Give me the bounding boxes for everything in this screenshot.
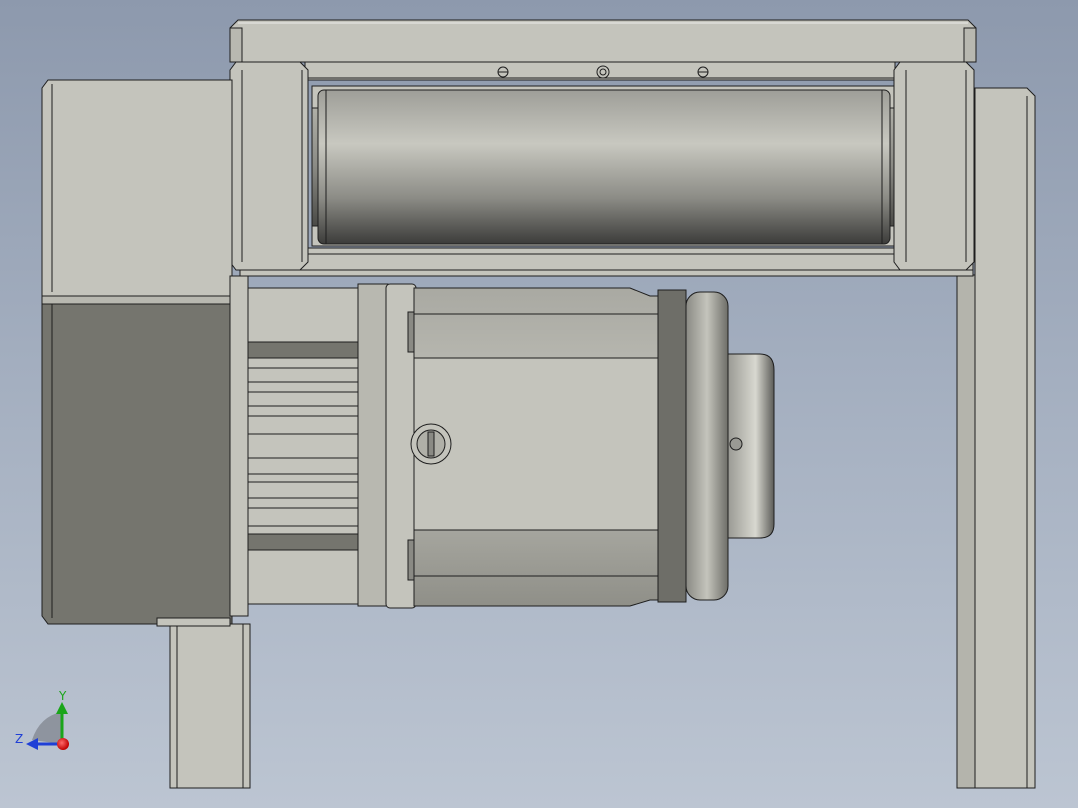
- x-axis-point-icon: [57, 738, 69, 750]
- left-end-block: [229, 61, 309, 271]
- z-axis-label: Z: [15, 732, 23, 746]
- motor-screw-icon: [410, 423, 452, 465]
- motor-body: [413, 287, 775, 607]
- motor-fin-housing: [247, 287, 361, 605]
- y-axis-label: Y: [58, 689, 67, 703]
- cad-viewport[interactable]: Y Z: [0, 0, 1078, 808]
- control-box: [41, 79, 249, 627]
- lower-frame-rail: [239, 247, 974, 277]
- orientation-triad[interactable]: Y Z: [15, 689, 69, 750]
- motor-flange: [357, 283, 417, 609]
- left-support-leg: [169, 623, 251, 789]
- roller-drum: [311, 85, 901, 247]
- right-end-block: [893, 61, 975, 271]
- cad-model-drawing[interactable]: Y Z: [0, 0, 1078, 808]
